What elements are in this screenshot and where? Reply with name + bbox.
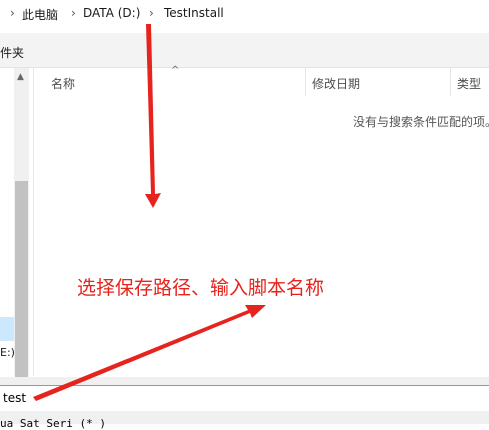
annotation-arrow-down (145, 24, 161, 208)
annotation-text: 选择保存路径、输入脚本名称 (77, 277, 325, 299)
annotation-arrow-diagonal (33, 305, 266, 401)
annotation-arrows (33, 24, 266, 401)
